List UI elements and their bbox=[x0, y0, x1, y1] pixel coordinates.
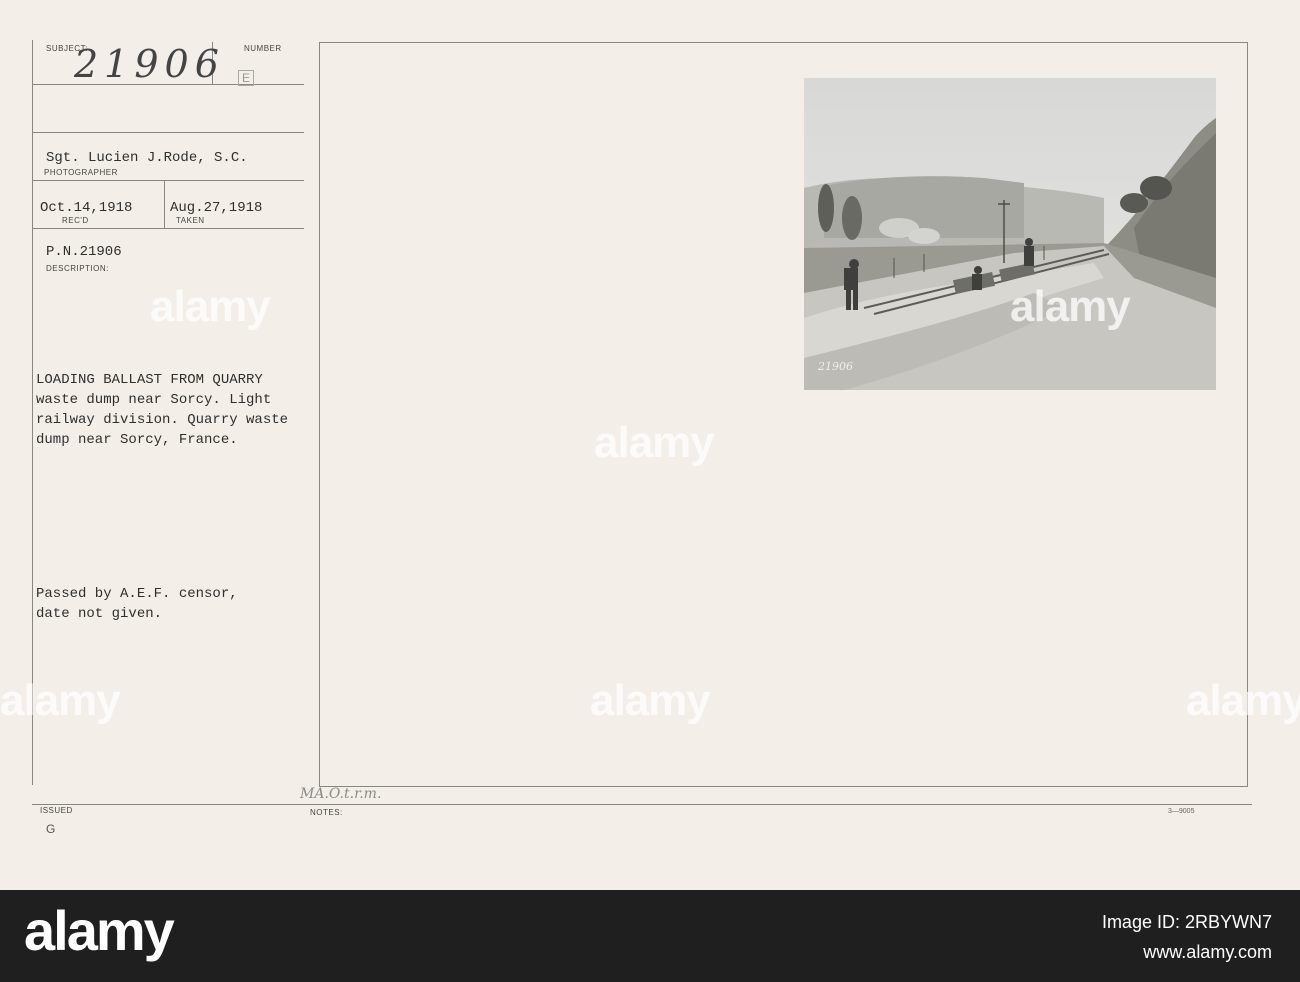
issued-value: G bbox=[46, 822, 56, 836]
archive-photo-card: SUBJECT: 21906 NUMBER E Sgt. Lucien J.Ro… bbox=[0, 0, 1300, 890]
notes-label: NOTES: bbox=[310, 808, 343, 817]
received-date: Oct.14,1918 bbox=[40, 200, 133, 216]
taken-label: TAKEN bbox=[176, 216, 205, 225]
railway-quarry-scene bbox=[804, 78, 1216, 390]
historic-photograph: 21906 bbox=[804, 78, 1216, 390]
watermark: alamy bbox=[150, 282, 271, 331]
issued-label: ISSUED bbox=[40, 806, 73, 815]
stock-footer-bar: alamy Image ID: 2RBYWN7 www.alamy.com bbox=[0, 890, 1300, 982]
censor-line: date not given. bbox=[36, 606, 163, 622]
form-number: 3—9005 bbox=[1168, 808, 1195, 815]
brand-logo: alamy bbox=[24, 899, 175, 962]
left-column-border bbox=[32, 40, 33, 785]
watermark: alamy bbox=[0, 676, 121, 725]
description-line: LOADING BALLAST FROM QUARRY bbox=[36, 372, 263, 388]
photo-caption-number: 21906 bbox=[818, 360, 853, 373]
received-label: REC'D bbox=[62, 216, 89, 225]
watermark: alamy bbox=[1010, 282, 1131, 331]
rule bbox=[32, 228, 304, 229]
date-divider bbox=[164, 180, 165, 228]
watermark: alamy bbox=[590, 676, 711, 725]
subject-handwritten-number: 21906 bbox=[74, 42, 225, 86]
description-label: DESCRIPTION: bbox=[46, 264, 109, 273]
watermark: alamy bbox=[1186, 676, 1300, 725]
site-url: www.alamy.com bbox=[1143, 942, 1272, 962]
rule bbox=[32, 180, 304, 181]
pn-number: P.N.21906 bbox=[46, 244, 122, 260]
description-line: waste dump near Sorcy. Light bbox=[36, 392, 272, 408]
description-line: railway division. Quarry waste bbox=[36, 412, 289, 428]
description-line: dump near Sorcy, France. bbox=[36, 432, 238, 448]
photographer-value: Sgt. Lucien J.Rode, S.C. bbox=[46, 150, 248, 166]
photographer-label: PHOTOGRAPHER bbox=[44, 168, 118, 177]
censor-note: Passed by A.E.F. censor, date not given. bbox=[36, 584, 238, 624]
bottom-rule bbox=[32, 804, 1252, 805]
watermark: alamy bbox=[594, 418, 715, 467]
number-label: NUMBER bbox=[244, 44, 282, 53]
description-text: LOADING BALLAST FROM QUARRY waste dump n… bbox=[36, 370, 288, 450]
censor-line: Passed by A.E.F. censor, bbox=[36, 586, 238, 602]
image-id: Image ID: 2RBYWN7 bbox=[1101, 912, 1272, 932]
rule bbox=[32, 132, 304, 133]
taken-date: Aug.27,1918 bbox=[170, 200, 263, 216]
notes-handwriting: MA.O.t.r.m. bbox=[300, 786, 382, 802]
number-mark: E bbox=[238, 70, 255, 86]
